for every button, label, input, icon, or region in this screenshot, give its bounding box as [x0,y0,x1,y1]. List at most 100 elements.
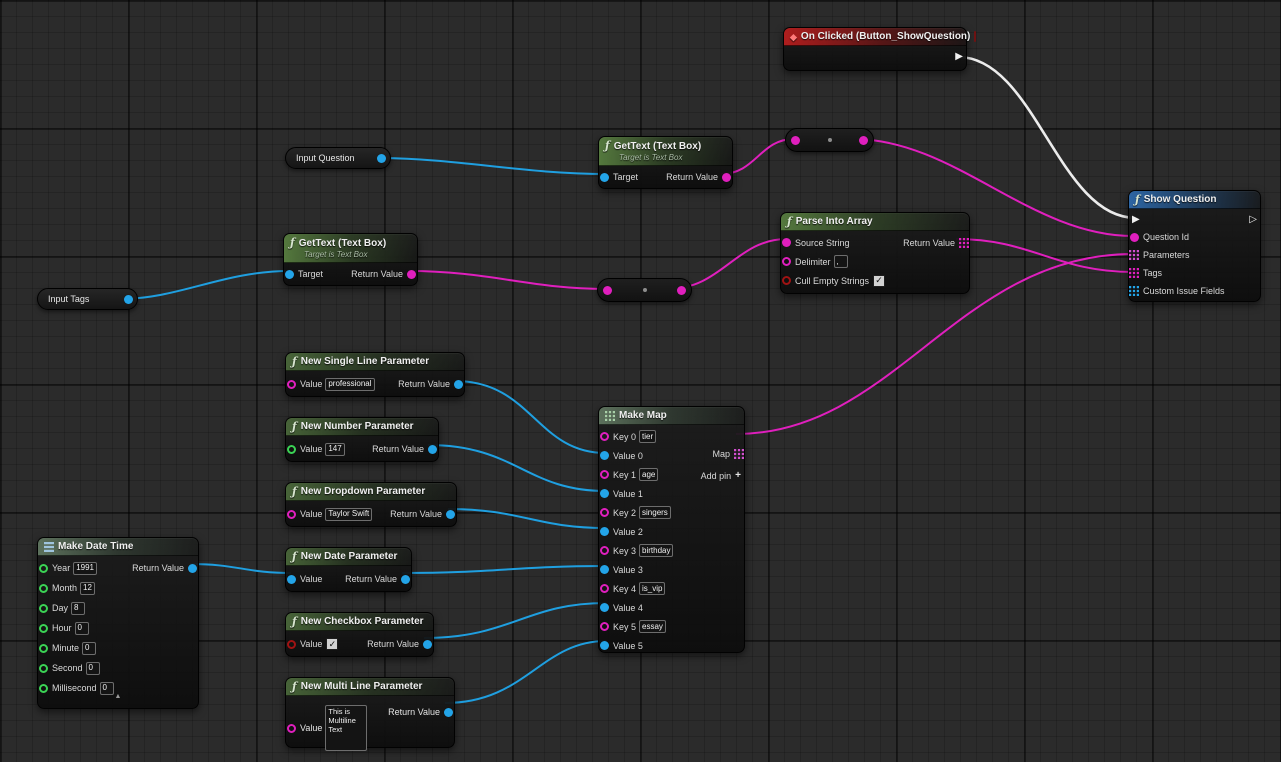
value-pin[interactable] [287,380,296,389]
wire-multiline-to-value5[interactable] [445,641,606,703]
key-0-pin[interactable] [600,432,609,441]
node-new-multi-line-parameter[interactable]: ƒ New Multi Line Parameter Value This is… [285,677,455,748]
return-value-pin[interactable] [407,270,416,279]
return-value-pin[interactable] [722,173,731,182]
node-new-single-line-parameter[interactable]: ƒ New Single Line Parameter Valueprofess… [285,352,465,397]
value-2-pin[interactable] [600,527,609,536]
second-pin[interactable] [39,664,48,673]
reroute-out-pin[interactable] [677,286,686,295]
node-variable-input-question[interactable]: Input Question [285,147,391,169]
key-3-input[interactable]: birthday [639,544,673,557]
value-input[interactable]: 147 [325,443,344,456]
return-value-pin[interactable] [423,640,432,649]
node-gettext-tags[interactable]: ƒ GetText (Text Box) Target is Text Box … [283,233,418,286]
target-pin[interactable] [600,173,609,182]
return-value-pin[interactable] [454,380,463,389]
node-variable-input-tags[interactable]: Input Tags [37,288,138,310]
value-3-pin[interactable] [600,565,609,574]
cull-empty-strings-pin[interactable] [782,276,791,285]
collapse-arrow-icon[interactable]: ▲ [115,693,122,701]
key-5-pin[interactable] [600,622,609,631]
wire-dateparam-to-value3[interactable] [402,566,606,573]
value-pin[interactable] [287,510,296,519]
key-2-input[interactable]: singers [639,506,671,519]
map-output-pin[interactable] [734,449,744,459]
reroute-out-pin[interactable] [859,136,868,145]
reroute-in-pin[interactable] [791,136,800,145]
return-value-pin[interactable] [401,575,410,584]
reroute-node-tags[interactable] [597,278,692,302]
value-input[interactable]: professional [325,378,374,391]
value-pin[interactable] [287,445,296,454]
key-4-input[interactable]: is_vip [639,582,665,595]
key-0-input[interactable]: tier [639,430,656,443]
year-pin[interactable] [39,564,48,573]
hour-pin[interactable] [39,624,48,633]
value-4-pin[interactable] [600,603,609,612]
key-3-pin[interactable] [600,546,609,555]
question-id-pin[interactable] [1130,233,1139,242]
tags-array-pin[interactable] [1129,268,1139,278]
node-parse-into-array[interactable]: ƒ Parse Into Array Source String Return … [780,212,970,294]
node-new-dropdown-parameter[interactable]: ƒ New Dropdown Parameter ValueTaylor Swi… [285,482,457,527]
value-input[interactable]: Taylor Swift [325,508,372,521]
return-value-pin[interactable] [428,445,437,454]
return-value-pin[interactable] [188,564,197,573]
node-gettext-question[interactable]: ƒ GetText (Text Box) Target is Text Box … [598,136,733,189]
delimiter-pin[interactable] [782,257,791,266]
reroute-node-question[interactable] [785,128,874,152]
value-multiline-input[interactable]: This is Multiline Text [325,705,367,751]
key-1-pin[interactable] [600,470,609,479]
millisecond-pin[interactable] [39,684,48,693]
day-input[interactable]: 8 [71,602,85,615]
blueprint-graph-canvas[interactable]: ◆ On Clicked (Button_ShowQuestion) ▶ ƒ G… [0,0,1281,762]
value-5-pin[interactable] [600,641,609,650]
wire-inputtags-to-gettext[interactable] [119,271,290,299]
wire-exec-onclicked-to-showquestion[interactable] [958,57,1136,218]
delimiter-input[interactable]: , [834,255,848,268]
second-input[interactable]: 0 [86,662,100,675]
add-pin-icon[interactable]: + [735,470,741,481]
wire-makedatetime-to-dateparam[interactable] [190,564,291,573]
key-5-input[interactable]: essay [639,620,666,633]
value-pin[interactable] [287,640,296,649]
add-pin-row[interactable]: Add pin + [654,466,744,485]
wire-singleline-to-value0[interactable] [455,381,606,453]
return-value-pin[interactable] [446,510,455,519]
node-make-map[interactable]: Make Map Key 0tier Value 0 Key 1age Valu… [598,406,745,653]
node-new-date-parameter[interactable]: ƒ New Date Parameter Value Return Value [285,547,412,592]
value-0-pin[interactable] [600,451,609,460]
value-pin[interactable] [287,575,296,584]
target-pin[interactable] [285,270,294,279]
parameters-map-pin[interactable] [1129,250,1139,260]
key-2-pin[interactable] [600,508,609,517]
value-checkbox[interactable]: ✓ [326,638,338,650]
return-value-pin[interactable] [444,708,453,717]
wire-inputquestion-to-gettext[interactable] [373,158,607,174]
node-new-number-parameter[interactable]: ƒ New Number Parameter Value147 Return V… [285,417,439,462]
minute-pin[interactable] [39,644,48,653]
minute-input[interactable]: 0 [82,642,96,655]
node-new-checkbox-parameter[interactable]: ƒ New Checkbox Parameter Value✓ Return V… [285,612,434,657]
source-string-pin[interactable] [782,238,791,247]
node-make-date-time[interactable]: Make Date Time Year1991 Return Value Mon… [37,537,199,709]
month-pin[interactable] [39,584,48,593]
value-1-pin[interactable] [600,489,609,498]
custom-issue-fields-pin[interactable] [1129,286,1139,296]
reroute-in-pin[interactable] [603,286,612,295]
node-on-clicked-event[interactable]: ◆ On Clicked (Button_ShowQuestion) ▶ [783,27,967,71]
value-pin[interactable] [287,724,296,733]
node-show-question[interactable]: ƒ Show Question ▶ ▷ Question Id Paramete… [1128,190,1261,302]
array-return-pin[interactable] [959,238,969,248]
exec-in-pin[interactable]: ▶ [1132,215,1140,225]
variable-out-pin[interactable] [377,154,386,163]
wire-gettext-to-reroute2[interactable] [408,271,606,289]
wire-checkbox-to-value4[interactable] [424,603,606,638]
day-pin[interactable] [39,604,48,613]
key-4-pin[interactable] [600,584,609,593]
variable-out-pin[interactable] [124,295,133,304]
hour-input[interactable]: 0 [75,622,89,635]
exec-out-pin[interactable]: ▶ [955,52,963,62]
month-input[interactable]: 12 [80,582,95,595]
exec-out-pin[interactable]: ▷ [1249,215,1257,225]
